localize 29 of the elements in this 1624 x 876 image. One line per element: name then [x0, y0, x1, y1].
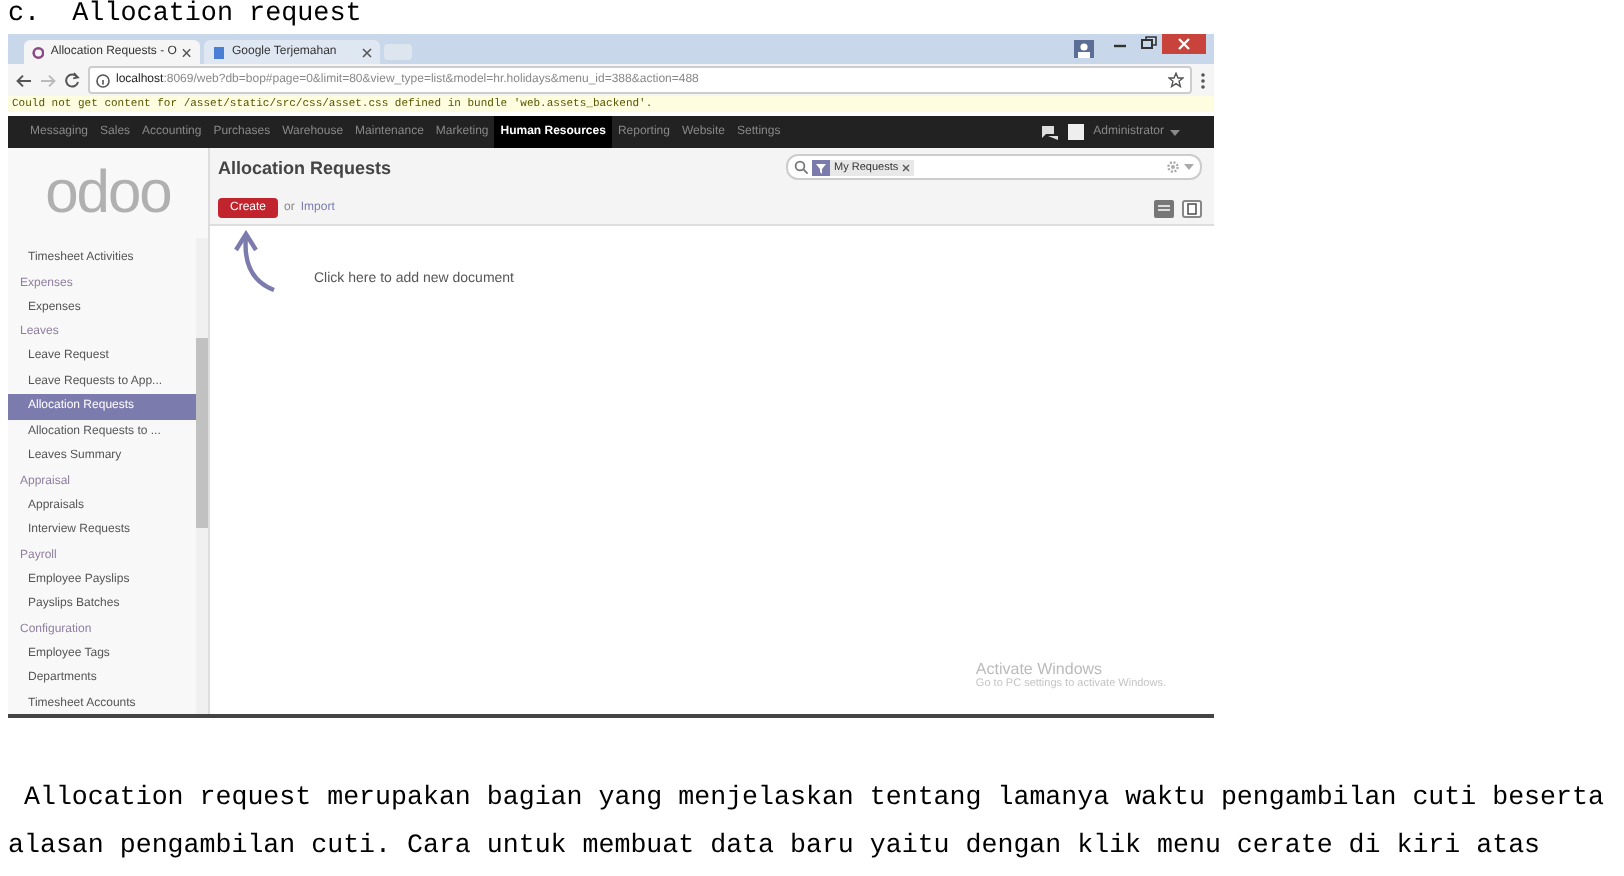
info-icon	[96, 73, 110, 87]
close-icon	[902, 163, 911, 171]
app-logo: odoo	[43, 158, 173, 230]
section-heading: c. Allocation request	[6, 0, 364, 34]
chat-icon	[1041, 125, 1058, 139]
page-title: Allocation Requests	[218, 157, 392, 177]
body-paragraph: Allocation request merupakan bagian yang menjelaskan tentang lamanya waktu pengambilan cuti beserta alasan pengambilan cuti. Cara untuk membuat data baru yaitu dengan klik menu cerate di kiri atas	[8, 780, 1606, 864]
caret-icon	[1170, 129, 1180, 135]
ring-icon	[32, 45, 45, 59]
close-icon	[362, 47, 372, 57]
forward-arrow-icon	[40, 73, 56, 87]
curved-arrow-icon	[234, 230, 278, 294]
page-icon	[212, 45, 226, 59]
back-arrow-icon	[16, 73, 32, 87]
avatar-icon	[1067, 124, 1084, 140]
list-view-icon	[1154, 199, 1174, 217]
gear-icon	[1166, 160, 1180, 174]
filter-icon	[812, 159, 830, 175]
star-icon	[1168, 72, 1184, 88]
search-icon	[794, 160, 808, 174]
activation-title: Activate Windows	[975, 660, 1105, 678]
form-view-icon	[1182, 199, 1202, 217]
scrollbar[interactable]	[196, 238, 208, 714]
caret-icon	[1184, 164, 1194, 170]
scrollbar-thumb[interactable]	[196, 338, 208, 528]
reload-icon	[64, 72, 80, 88]
close-icon	[182, 47, 192, 57]
user-icon	[1074, 40, 1094, 58]
menu-icon	[1200, 71, 1206, 89]
